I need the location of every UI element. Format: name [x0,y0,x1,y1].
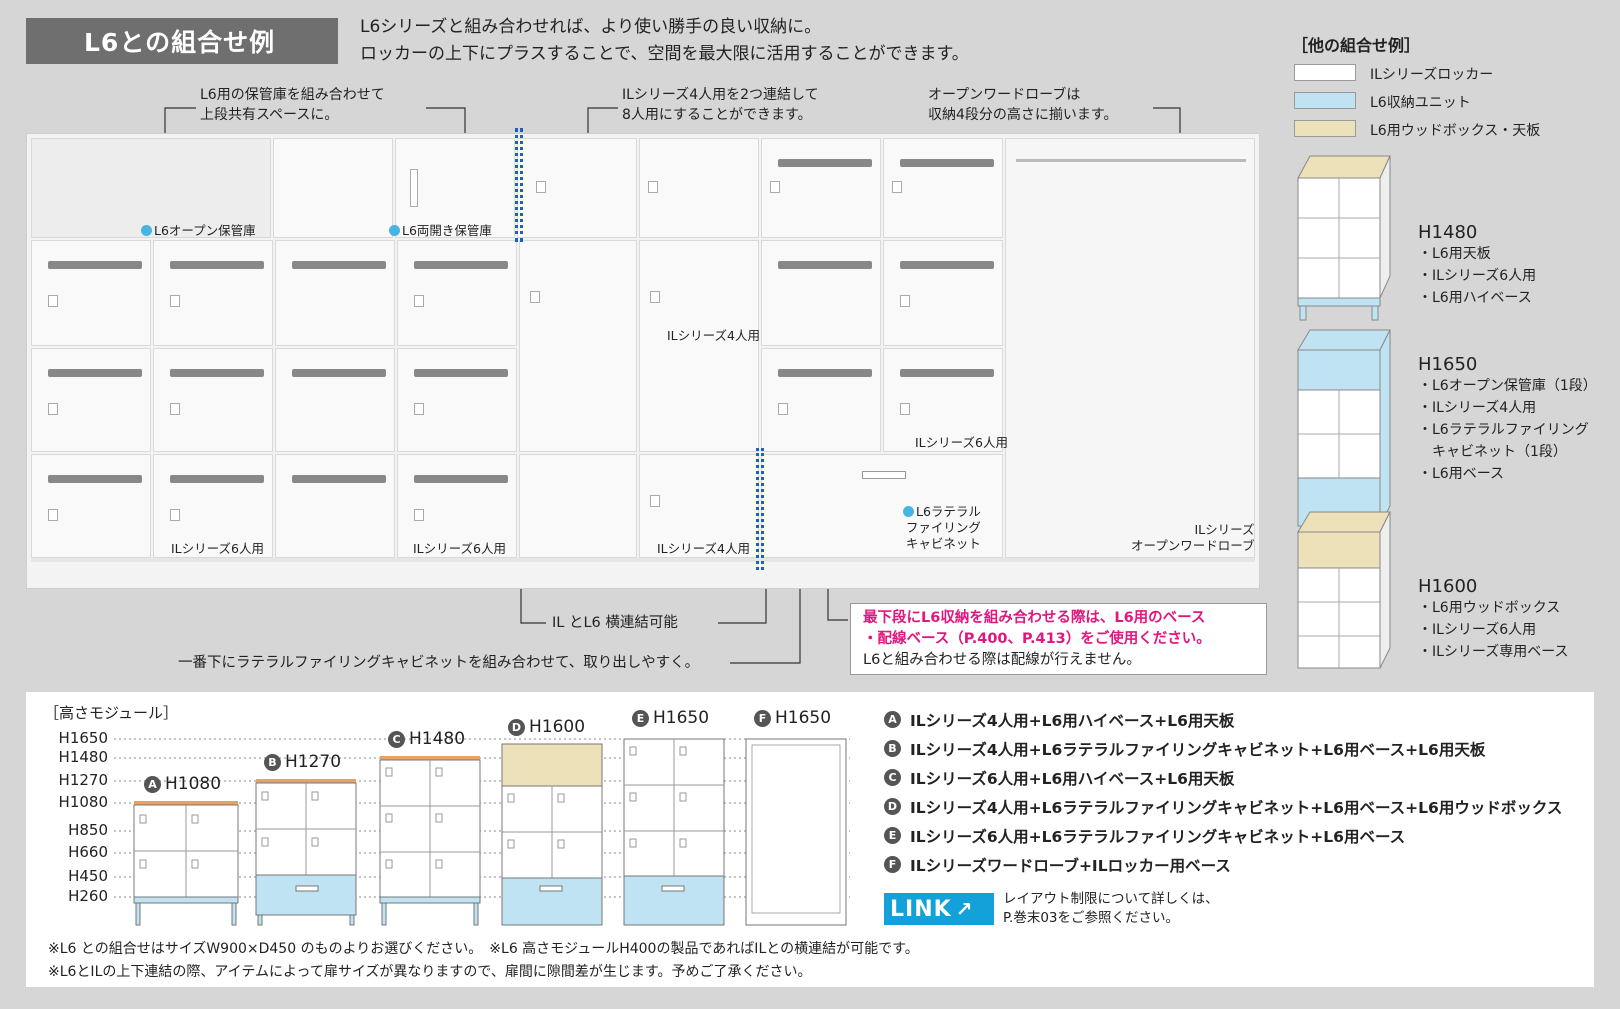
arrow-icon: ↗ [955,897,974,921]
module-f-label: F H1650 [754,708,831,728]
letter-e-icon: E [632,709,649,727]
legend-item-b: B ILシリーズ4人用+L6ラテラルファイリングキャビネット+L6用ベース+L6用… [884,734,1562,763]
link-text-line2: P.巻末03をご参照ください。 [1003,910,1180,926]
module-c-label: C H1480 [388,729,465,749]
legend-item-c: C ILシリーズ6人用+L6用ハイベース+L6用天板 [884,763,1562,792]
link-text: レイアウト制限について詳しくは、 P.巻末03をご参照ください。 [1003,890,1219,928]
legend-item-e: E ILシリーズ6人用+L6ラテラルファイリングキャビネット+L6用ベース [884,821,1562,850]
note-1: ※L6 との組合せはサイズW900×D450 のものよりお選びください。 ※L6… [48,941,919,957]
note-2: ※L6とILの上下連結の際、アイテムによって扉サイズが異なりますので、扉間に隙間… [48,964,812,980]
letter-d-icon: D [508,718,525,736]
letter-b-icon: B [264,753,281,771]
letter-a-icon: A [144,775,161,793]
module-a-label: A H1080 [144,774,221,794]
letter-c-icon: C [388,730,405,748]
legend-item-a: A ILシリーズ4人用+L6用ハイベース+L6用天板 [884,705,1562,734]
module-d-label: D H1600 [508,717,585,737]
legend-item-d: D ILシリーズ4人用+L6ラテラルファイリングキャビネット+L6用ベース+L6用… [884,792,1562,821]
link-text-line1: レイアウト制限について詳しくは、 [1003,891,1219,907]
link-logo[interactable]: LINK ↗ [884,893,994,925]
module-b-label: B H1270 [264,752,341,772]
letter-f-icon: F [754,709,771,727]
module-legend: A ILシリーズ4人用+L6用ハイベース+L6用天板 B ILシリーズ4人用+L6ラ… [884,705,1562,879]
module-e-label: E H1650 [632,708,709,728]
legend-item-f: F ILシリーズワードローブ+ILロッカー用ベース [884,850,1562,879]
